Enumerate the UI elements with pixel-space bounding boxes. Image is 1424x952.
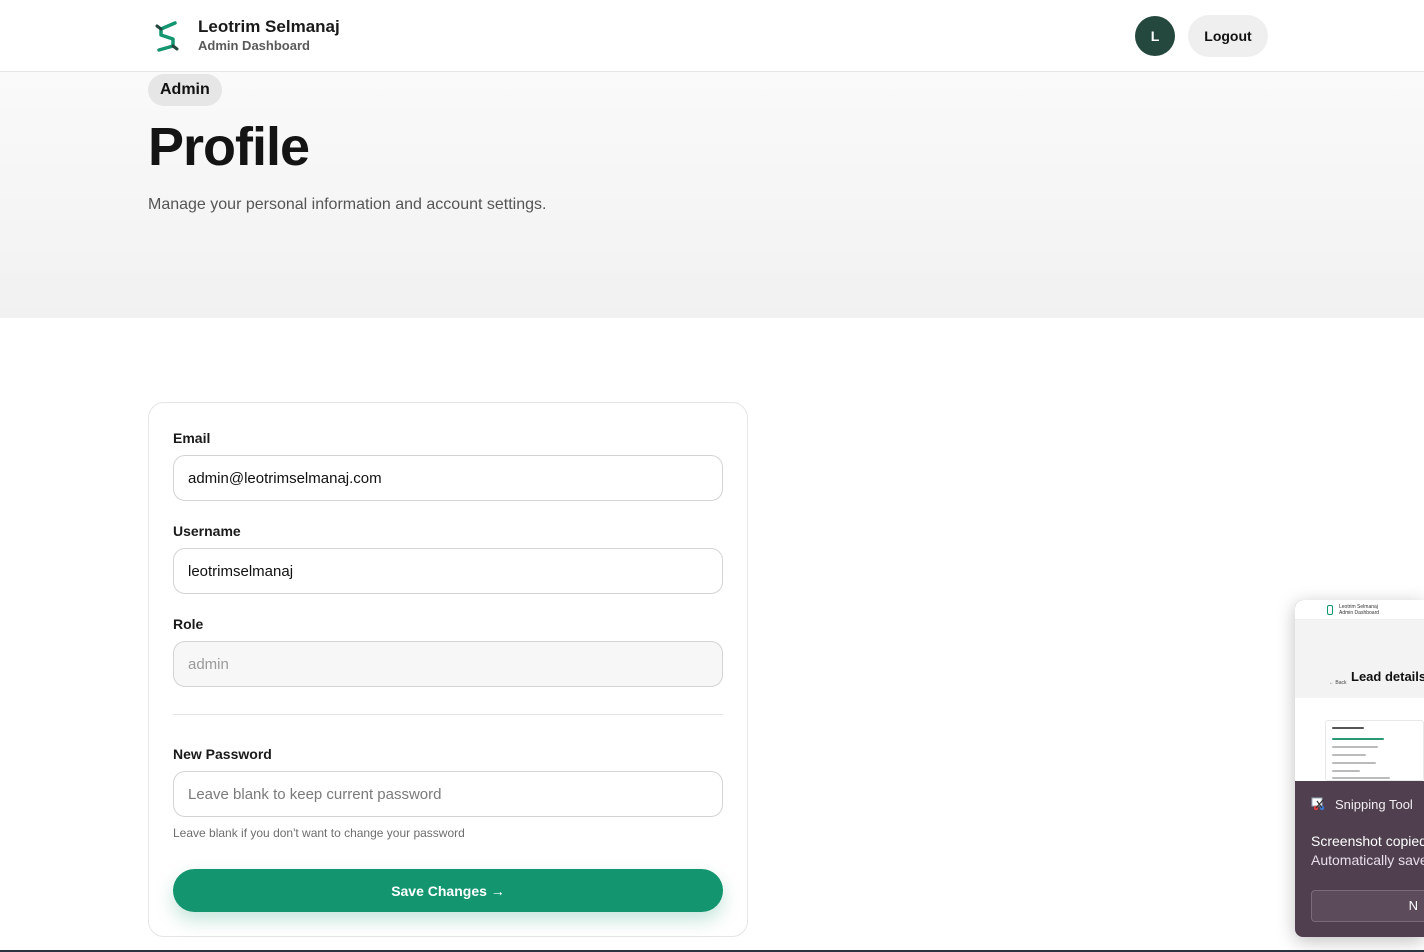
avatar[interactable]: L [1135,16,1175,56]
preview-brand-sub: Admin Dashboard [1339,610,1380,616]
preview-back-link: ← Back [1329,680,1347,686]
snipping-tool-notification[interactable]: Leotrim Selmanaj Admin Dashboard ← Back … [1295,600,1424,937]
preview-navbar: Leotrim Selmanaj Admin Dashboard [1295,600,1424,620]
toast-header: Snipping Tool [1311,796,1413,812]
preview-logo-icon [1327,605,1333,615]
role-label: Role [173,616,204,632]
screenshot-preview[interactable]: Leotrim Selmanaj Admin Dashboard ← Back … [1295,600,1424,781]
preview-brand: Leotrim Selmanaj Admin Dashboard [1339,604,1379,616]
preview-line [1332,738,1384,740]
page-subtitle: Manage your personal information and acc… [148,196,547,213]
preview-line [1332,746,1378,748]
brand-logo-icon[interactable] [153,18,181,54]
snipping-tool-icon [1311,797,1325,811]
toast-message: Screenshot copied [1311,833,1424,849]
top-navbar: Leotrim Selmanaj Admin Dashboard L Logou… [0,0,1424,72]
preview-line [1332,754,1366,756]
new-password-field[interactable] [173,771,723,817]
profile-form: Email Username Role New Password Leave b… [148,402,748,937]
toast-app-name: Snipping Tool [1335,796,1413,812]
preview-line [1332,777,1390,779]
email-field[interactable] [173,455,723,501]
preview-line [1332,770,1360,772]
preview-card [1325,720,1424,781]
page-title: Profile [148,117,310,177]
brand-name: Leotrim Selmanaj [198,17,340,36]
toast-message-secondary: Automatically save [1311,852,1424,868]
username-field[interactable] [173,548,723,594]
preview-hero: ← Back Lead details [1295,620,1424,698]
save-changes-button[interactable]: Save Changes → [173,869,723,912]
logout-button[interactable]: Logout [1188,15,1268,57]
new-password-label: New Password [173,746,272,762]
preview-line [1332,727,1364,729]
toast-action-button[interactable]: N [1311,890,1424,922]
password-hint: Leave blank if you don't want to change … [173,826,465,840]
role-badge: Admin [148,74,222,106]
page-header: Admin Profile Manage your personal infor… [0,72,1424,318]
brand-subtitle: Admin Dashboard [198,38,310,53]
email-label: Email [173,430,211,446]
role-field [173,641,723,687]
preview-line [1332,762,1376,764]
username-label: Username [173,523,241,539]
section-divider [173,714,723,715]
preview-title: Lead details [1351,669,1424,684]
